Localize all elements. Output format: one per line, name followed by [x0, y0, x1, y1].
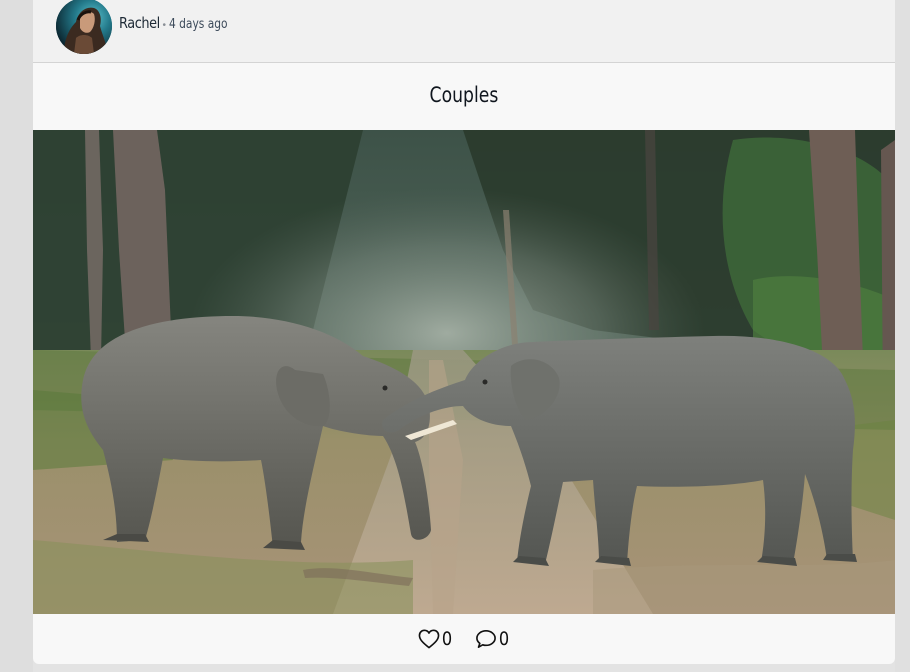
post-card: Rachel • 4 days ago Couples 0 0 — [33, 0, 895, 664]
post-image[interactable] — [33, 130, 895, 614]
heart-icon — [418, 629, 440, 649]
comment-button[interactable]: 0 — [475, 628, 510, 650]
separator-dot: • — [162, 20, 166, 31]
post-actions: 0 0 — [33, 614, 895, 664]
post-header: Rachel • 4 days ago — [33, 0, 895, 63]
page-margin-left — [0, 0, 33, 672]
avatar-portrait-icon — [56, 0, 112, 54]
post-title[interactable]: Couples — [430, 83, 499, 107]
post-timestamp: 4 days ago — [168, 17, 228, 32]
author-line: Rachel • 4 days ago — [119, 14, 240, 36]
avatar[interactable] — [56, 0, 112, 54]
like-button[interactable]: 0 — [418, 628, 453, 650]
speech-bubble-icon — [476, 630, 496, 648]
author-name[interactable]: Rachel — [119, 14, 160, 32]
post-title-row: Couples — [33, 63, 895, 130]
page-margin-right — [895, 0, 910, 672]
like-count: 0 — [441, 628, 453, 650]
page: Rachel • 4 days ago Couples 0 0 — [0, 0, 910, 672]
comment-count: 0 — [498, 628, 510, 650]
